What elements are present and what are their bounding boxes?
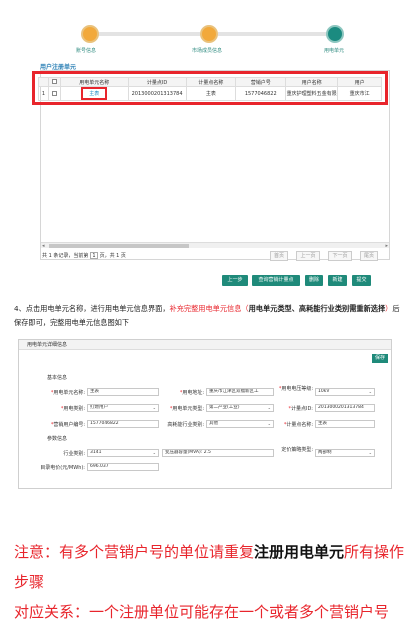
- address-field[interactable]: 重庆市江津区双福新区工: [206, 388, 274, 396]
- step-1-label: 账号信息: [76, 48, 97, 54]
- row-checkbox[interactable]: [51, 90, 57, 96]
- grid-header-meter-name[interactable]: 计量点名称: [185, 77, 237, 87]
- row-meter-id: 2013000201313784: [127, 86, 187, 101]
- trade-select[interactable]: 3141 ⌄: [87, 449, 159, 457]
- category-label: *用电类别:: [60, 406, 85, 412]
- base-price-label: 目录电价(元/MWh):: [40, 465, 85, 471]
- scroll-left-icon[interactable]: ◂: [42, 243, 45, 249]
- step-1-dot: [81, 25, 99, 43]
- account-field[interactable]: 1577046822: [87, 420, 159, 428]
- unit-grid-highlight: 用电单元名称 计量点ID 计量点名称 营销户号 用户名称 用户 1 主表 201…: [32, 71, 388, 105]
- step-3-label: 用电单元: [324, 48, 345, 54]
- pricing-label: 定价策略类型:: [281, 447, 313, 453]
- grid-header-meter-id[interactable]: 计量点ID: [127, 77, 187, 87]
- step-connector: [90, 32, 200, 36]
- voltage-label: *用电电压等级:: [278, 386, 313, 392]
- grid-header-user-name[interactable]: 用户名称: [285, 77, 339, 87]
- step-3-dot: [326, 25, 344, 43]
- scrollbar-thumb[interactable]: [49, 244, 189, 248]
- step-progress-bar: 账号信息 市场成员信息 用电单元: [0, 10, 410, 60]
- meter-id-label: *计量点ID:: [288, 406, 313, 412]
- category-select[interactable]: 打燃用户 ⌄: [87, 404, 159, 412]
- trade-label: 行业类别:: [63, 451, 85, 457]
- high-energy-label: 高耗能行业类别:: [167, 422, 204, 428]
- meter-name-label: *计量点名称:: [283, 422, 313, 428]
- first-page-button[interactable]: 首页: [270, 251, 288, 261]
- horizontal-scrollbar[interactable]: ◂ ▸: [41, 242, 389, 249]
- chevron-down-icon: ⌄: [152, 450, 156, 455]
- unit-name-field[interactable]: 主表: [87, 388, 159, 396]
- prev-page-button[interactable]: 上一页: [296, 251, 320, 261]
- unit-name-label: *用电单元名称:: [50, 390, 85, 396]
- page-number-input[interactable]: 1: [89, 252, 98, 259]
- section-basic-title: 基本信息: [47, 375, 68, 381]
- chevron-down-icon: ⌄: [267, 405, 271, 410]
- base-price-field[interactable]: 696.037: [87, 463, 159, 471]
- grid-header-check[interactable]: [47, 77, 61, 87]
- chevron-down-icon: ⌄: [267, 421, 271, 426]
- chevron-down-icon: ⌄: [152, 405, 156, 410]
- high-energy-select[interactable]: 其他 ⌄: [206, 420, 274, 428]
- unit-detail-panel: 用电单元详细信息 保存 基本信息 *用电单元名称: 主表 *用电地址: 重庆市江…: [18, 339, 392, 489]
- chevron-down-icon: ⌄: [368, 450, 372, 455]
- note-line-3: 对应关系：一个注册单位可能存在一个或者多个营销户号: [14, 603, 390, 621]
- query-meter-button[interactable]: 查询营销计量点: [252, 275, 300, 286]
- step-2-label: 市场成员信息: [192, 48, 223, 54]
- instruction-red: 补充完整用电单元信息（: [169, 304, 249, 313]
- grid-header-user[interactable]: 用户: [337, 77, 382, 87]
- row-index: 1: [38, 86, 49, 101]
- grid-header-index: [38, 77, 49, 87]
- step-connector: [218, 32, 328, 36]
- table-row[interactable]: 1 主表 2013000201313784 主表 1577046822 重庆护理…: [38, 86, 382, 101]
- pricing-select[interactable]: 两部制 ⌄: [315, 449, 375, 457]
- address-label: *用电地址:: [179, 390, 204, 396]
- pager-text-before: 共 1 条记录，当前第: [42, 253, 89, 259]
- row-unit-name-cell[interactable]: 主表: [59, 86, 129, 101]
- capacity-field[interactable]: 变压器容量(MVA): 2.5: [162, 449, 274, 457]
- row-meter-name: 主表: [185, 86, 237, 101]
- meter-id-field[interactable]: 2013000201313784: [315, 404, 375, 412]
- scroll-right-icon[interactable]: ▸: [385, 243, 388, 249]
- row-account: 1577046822: [235, 86, 287, 101]
- row-user-name: 重庆护理塑料五金有限: [285, 86, 339, 101]
- next-page-button[interactable]: 下一页: [328, 251, 352, 261]
- note-bold: 注册用电单元: [254, 543, 345, 561]
- grid-header-account[interactable]: 营销户号: [235, 77, 287, 87]
- step-2-dot: [200, 25, 218, 43]
- industry-label: *用电单元类型:: [169, 406, 204, 412]
- instruction-prefix: 4、点击用电单元名称，进行用电单元信息界面，: [14, 304, 170, 313]
- industry-select[interactable]: 第二产业(工业) ⌄: [206, 404, 274, 412]
- grid-header-unit-name[interactable]: 用电单元名称: [59, 77, 129, 87]
- delete-button[interactable]: 删除: [305, 275, 323, 286]
- instruction-paragraph: 4、点击用电单元名称，进行用电单元信息界面，补充完整用电单元信息（用电单元类型、…: [14, 302, 400, 330]
- last-page-button[interactable]: 尾页: [360, 251, 378, 261]
- meter-name-field[interactable]: 主表: [315, 420, 375, 428]
- account-label: *营销用户编号:: [50, 422, 85, 428]
- detail-title: 用电单元详细信息: [19, 340, 391, 350]
- submit-button[interactable]: 提交: [352, 275, 371, 286]
- chevron-down-icon: ⌄: [368, 389, 372, 394]
- pager-text-after: 页，共 1 页: [99, 253, 126, 259]
- new-button[interactable]: 新建: [328, 275, 347, 286]
- select-all-checkbox[interactable]: [51, 79, 57, 84]
- voltage-select[interactable]: 10kV ⌄: [315, 388, 375, 396]
- note-line-1: 注意：有多个营销户号的单位请重复注册用电单元所有操作: [14, 543, 405, 561]
- row-check[interactable]: [47, 86, 61, 101]
- unit-name-link[interactable]: 主表: [81, 87, 108, 100]
- row-user: 重庆市江: [337, 86, 382, 101]
- note-line-2: 步骤: [14, 573, 45, 591]
- grid-header-row: 用电单元名称 计量点ID 计量点名称 营销户号 用户名称 用户: [38, 77, 382, 87]
- unit-grid: 用电单元名称 计量点ID 计量点名称 营销户号 用户名称 用户 1 主表 201…: [38, 77, 382, 101]
- section-params-title: 参数信息: [47, 436, 68, 442]
- save-button[interactable]: 保存: [372, 354, 388, 363]
- instruction-bold: 用电单元类型、高耗能行业类别需重新选择: [248, 304, 386, 313]
- prev-step-button[interactable]: 上一步: [222, 275, 248, 286]
